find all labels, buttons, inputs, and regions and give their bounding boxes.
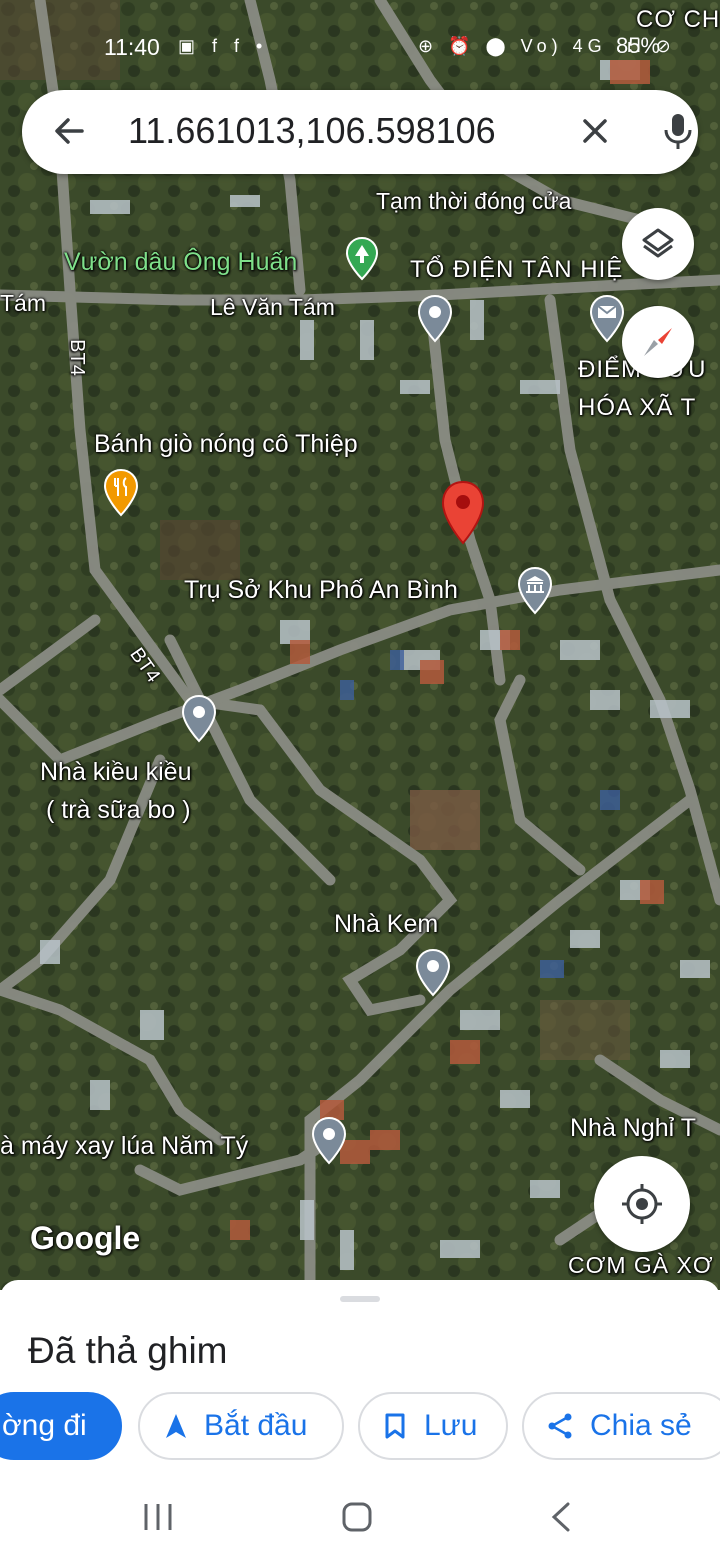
label-nha-kem[interactable]: Nhà Kem	[334, 910, 438, 939]
label-com-ga[interactable]: CƠM GÀ XƠ	[568, 1252, 714, 1279]
directions-button[interactable]: ờng đi	[0, 1392, 122, 1460]
label-road-bt4-top: BT4	[65, 339, 88, 376]
my-location-button[interactable]	[594, 1156, 690, 1252]
satellite-map	[0, 0, 720, 1290]
compass-icon	[644, 328, 672, 356]
poi-pin-icon[interactable]	[180, 694, 218, 744]
poi-pin-icon[interactable]	[416, 294, 454, 344]
save-button[interactable]: Lưu	[358, 1392, 508, 1460]
restaurant-pin-icon[interactable]	[102, 468, 140, 518]
label-tru-so[interactable]: Trụ Sở Khu Phố An Bình	[184, 576, 458, 605]
navigation-arrow-icon	[166, 1414, 186, 1438]
compass-button[interactable]	[622, 306, 694, 378]
sheet-drag-handle[interactable]	[340, 1296, 380, 1302]
microphone-icon[interactable]	[658, 110, 698, 152]
status-time: 11:40	[104, 34, 160, 60]
start-label: Bắt đầu	[204, 1409, 308, 1442]
label-hoa-xa[interactable]: HÓA XÃ T	[578, 394, 696, 422]
clear-icon[interactable]	[576, 112, 614, 150]
google-logo: Google	[30, 1220, 141, 1256]
system-navigation-bar	[0, 1470, 720, 1560]
map-canvas[interactable]: CƠ CH Tạm thời đóng cửa Vườn dâu Ông Huấ…	[0, 0, 720, 1290]
label-nha-nghi[interactable]: Nhà Nghỉ T	[570, 1114, 696, 1143]
location-target-icon	[622, 1184, 662, 1224]
battery-level: 85%	[616, 33, 661, 58]
government-pin-icon[interactable]	[516, 566, 554, 616]
notification-icons: ▣ f f •	[178, 36, 269, 56]
post-office-pin-icon[interactable]	[588, 294, 626, 344]
search-query[interactable]: 11.661013,106.598106	[128, 110, 496, 152]
directions-label: ờng đi	[2, 1409, 87, 1442]
park-pin-icon[interactable]	[344, 236, 380, 282]
share-button[interactable]: Chia sẻ	[522, 1392, 720, 1460]
start-button[interactable]: Bắt đầu	[138, 1392, 344, 1460]
layers-button[interactable]	[622, 208, 694, 280]
back-icon[interactable]	[542, 1498, 582, 1538]
poi-pin-icon[interactable]	[310, 1116, 348, 1166]
status-bar: 11:40 ▣ f f • ⊕ ⏰ ⬤ Vo) 4G .ıl ⊘ 85%	[0, 30, 720, 66]
share-label: Chia sẻ	[590, 1409, 692, 1442]
label-banh-gio[interactable]: Bánh giò nóng cô Thiệp	[94, 430, 358, 459]
recent-apps-icon[interactable]	[138, 1498, 178, 1538]
label-nha-may-xay-lua[interactable]: à máy xay lúa Năm Tý	[0, 1132, 248, 1161]
save-label: Lưu	[424, 1409, 478, 1442]
layers-icon	[642, 228, 674, 258]
bookmark-icon	[385, 1413, 405, 1439]
label-le-van-tam[interactable]: Lê Văn Tám	[210, 294, 335, 321]
label-tam-thoi-dong-cua: Tạm thời đóng cửa	[376, 188, 572, 214]
back-arrow-icon[interactable]	[50, 112, 88, 150]
search-bar[interactable]: 11.661013,106.598106	[22, 90, 698, 174]
label-tra-sua-bo[interactable]: ( trà sữa bo )	[46, 796, 191, 825]
poi-pin-icon[interactable]	[414, 948, 452, 998]
label-to-dien[interactable]: TỔ ĐIỆN TÂN HIỆ	[410, 256, 623, 284]
label-road-tam: Tám	[0, 290, 46, 316]
label-vuon-dau[interactable]: Vườn dâu Ông Huấn	[64, 248, 297, 277]
label-nha-kieu-kieu[interactable]: Nhà kiều kiều	[40, 758, 191, 787]
share-icon	[548, 1413, 572, 1439]
home-icon[interactable]	[338, 1498, 378, 1538]
dropped-pin-icon[interactable]	[440, 480, 486, 546]
sheet-title: Đã thả ghim	[28, 1330, 228, 1371]
